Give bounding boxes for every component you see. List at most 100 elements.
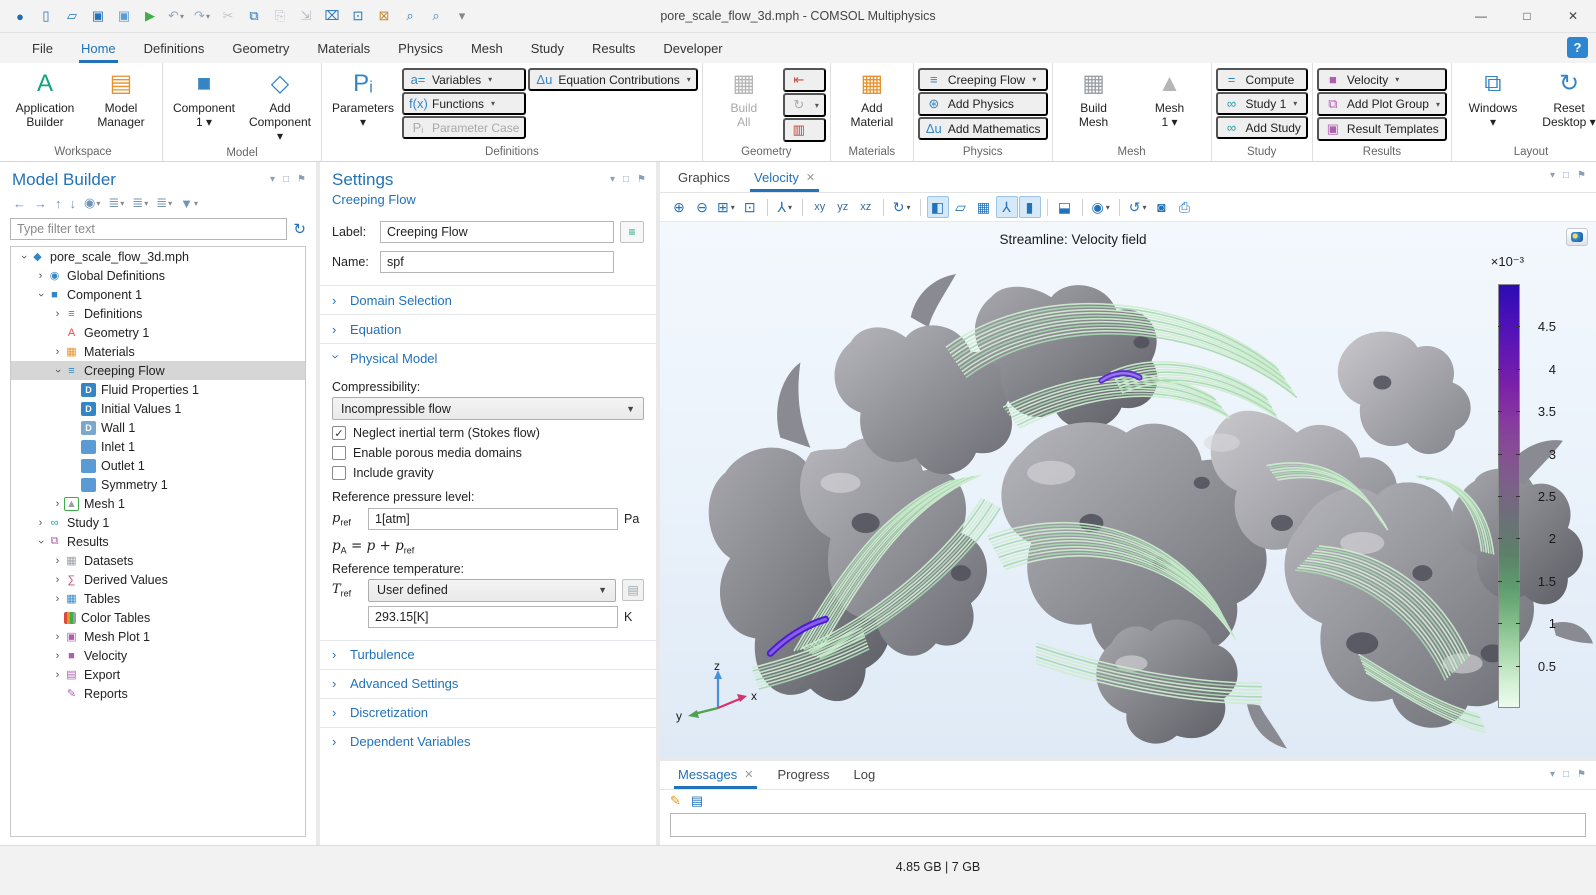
tree-expander-icon[interactable]: › [34,517,47,529]
new-file-icon[interactable]: ▯ [34,4,58,28]
graphics-canvas[interactable]: Streamline: Velocity field ×10⁻³ z x y [660,222,1596,758]
menu-developer[interactable]: Developer [649,33,736,63]
show-axis-icon[interactable]: ⅄ [996,196,1018,218]
messages-tab-progress[interactable]: Progress [765,761,841,789]
ribbon-creeping-flow-button[interactable]: ≡Creeping Flow▾ [918,68,1048,91]
show-grid-icon[interactable]: ▦ [973,196,995,218]
view-yz-icon[interactable]: yz [832,196,854,218]
name-input[interactable] [380,251,614,273]
tree-expander-icon[interactable]: › [51,555,64,567]
tree-item-mesh-plot-1[interactable]: ›▣Mesh Plot 1 [11,627,305,646]
section-turbulence[interactable]: › Turbulence [320,640,656,669]
compressibility-select[interactable]: Incompressible flow ▼ [332,397,644,420]
tree-item-pore-scale-flow-3d-mph[interactable]: ›◆pore_scale_flow_3d.mph [11,247,305,266]
ribbon-add-physics-button[interactable]: ⊛Add Physics [918,92,1048,116]
graphics-tab-velocity[interactable]: Velocity✕ [742,162,827,192]
maximize-button[interactable]: □ [1504,0,1550,32]
tree-expander-icon[interactable]: › [51,498,64,510]
messages-tab-log[interactable]: Log [842,761,888,789]
ribbon-parameters-button[interactable]: PᵢParameters▾ [326,65,400,131]
reference-temperature-select[interactable]: User defined ▼ [368,579,616,602]
tree-item-study-1[interactable]: ›∞Study 1 [11,513,305,532]
tree-item-outlet-1[interactable]: Outlet 1 [11,456,305,475]
messages-tab-messages[interactable]: Messages✕ [666,761,765,789]
ribbon-component-1-button[interactable]: ■Component1 ▾ [167,65,241,131]
back-icon[interactable]: ← [10,195,29,212]
ribbon-virtual-operations-button[interactable]: ▥ [783,118,826,142]
tree-expander-icon[interactable]: › [51,593,64,605]
save-icon[interactable]: ▣ [86,4,110,28]
ribbon-study-1-button[interactable]: ∞Study 1▾ [1216,92,1308,115]
customize-toolbar-icon[interactable]: ▾ [450,4,474,28]
ribbon-insert-sequence-button[interactable]: ⇤ [783,68,826,92]
tree-expander-icon[interactable]: › [51,631,64,643]
tree-expander-icon[interactable]: › [51,650,64,662]
deselect-box-icon[interactable]: ⊠ [372,4,396,28]
undo-icon[interactable]: ↶▾ [164,4,188,28]
zoom-box-icon[interactable]: ⊞▾ [714,196,738,218]
tree-expander-icon[interactable]: › [17,251,30,263]
ribbon-add-material-button[interactable]: ▦AddMaterial [835,65,909,131]
open-file-icon[interactable]: ▱ [60,4,84,28]
pin-panel-icon[interactable]: ⚑ [637,174,646,185]
find-replace-icon[interactable]: ⌕ [424,4,448,28]
ribbon-functions-button[interactable]: f(x)Functions▾ [402,92,526,115]
pin-panel-icon[interactable]: ⚑ [1577,769,1586,780]
tree-item-derived-values[interactable]: ›∑Derived Values [11,570,305,589]
lock-view-icon[interactable]: ⬓ [1054,196,1076,218]
tree-item-mesh-1[interactable]: ›▲Mesh 1 [11,494,305,513]
menu-mesh[interactable]: Mesh [457,33,517,63]
tree-item-export[interactable]: ›▤Export [11,665,305,684]
tree-expander-icon[interactable]: › [34,536,47,548]
move-up-icon[interactable]: ↑ [52,195,65,212]
select-box-icon[interactable]: ⊡ [346,4,370,28]
redo-icon[interactable]: ↷▾ [190,4,214,28]
section-dependent-variables[interactable]: › Dependent Variables [320,727,656,756]
scene-light-icon[interactable]: ◧ [927,196,949,218]
tree-expander-icon[interactable]: › [34,270,47,282]
menu-geometry[interactable]: Geometry [218,33,303,63]
menu-definitions[interactable]: Definitions [130,33,219,63]
tree-expander-icon[interactable]: › [51,669,64,681]
ribbon-add-study-button[interactable]: ∞Add Study [1216,116,1308,139]
tree-item-results[interactable]: ›⧉Results [11,532,305,551]
close-tab-icon[interactable]: ✕ [806,171,815,184]
close-button[interactable]: ✕ [1550,0,1596,32]
forward-icon[interactable]: → [31,195,50,212]
comsol-logo-icon[interactable]: ● [8,4,32,28]
tree-item-symmetry-1[interactable]: Symmetry 1 [11,475,305,494]
refresh-icon[interactable]: ↻ [293,220,306,238]
go-to-source-button[interactable]: ▤ [622,579,644,601]
collapse-levels-icon[interactable]: ≣▾ [129,194,151,212]
tree-item-datasets[interactable]: ›▦Datasets [11,551,305,570]
ribbon-build-mesh-button[interactable]: ▦BuildMesh [1057,65,1131,131]
tree-item-velocity[interactable]: ›■Velocity [11,646,305,665]
tree-item-materials[interactable]: ›▦Materials [11,342,305,361]
pin-panel-icon[interactable]: ⚑ [297,174,306,185]
tree-item-tables[interactable]: ›▦Tables [11,589,305,608]
menu-study[interactable]: Study [517,33,578,63]
menu-physics[interactable]: Physics [384,33,457,63]
rename-toggle-button[interactable]: ≡ [620,221,644,243]
tree-item-inlet-1[interactable]: Inlet 1 [11,437,305,456]
reference-pressure-input[interactable] [368,508,618,530]
menu-home[interactable]: Home [67,33,130,63]
tree-expander-icon[interactable]: › [51,346,64,358]
zoom-extents-icon[interactable]: ⊡ [739,196,761,218]
ribbon-add-plot-group-button[interactable]: ⧉Add Plot Group▾ [1317,92,1447,116]
pin-panel-icon[interactable]: ⚑ [1577,170,1586,181]
open-in-table-icon[interactable]: ▤ [691,793,703,809]
save-as-icon[interactable]: ▣ [112,4,136,28]
menu-file[interactable]: File [18,33,67,63]
node-label-icon[interactable]: ≣▾ [153,194,175,212]
float-panel-icon[interactable]: □ [1563,769,1569,780]
tree-item-component-1[interactable]: ›■Component 1 [11,285,305,304]
ribbon-update-geometry-button[interactable]: ↻▾ [783,93,826,117]
ribbon-result-templates-button[interactable]: ▣Result Templates [1317,117,1447,141]
view-xz-icon[interactable]: xz [855,196,877,218]
color-theme-icon[interactable]: ◉▾ [1089,196,1113,218]
image-snapshot-icon[interactable]: ◙ [1150,196,1172,218]
ribbon-add-mathematics-button[interactable]: ΔuAdd Mathematics [918,117,1048,140]
tree-item-definitions[interactable]: ›≡Definitions [11,304,305,323]
tree-item-global-definitions[interactable]: ›◉Global Definitions [11,266,305,285]
